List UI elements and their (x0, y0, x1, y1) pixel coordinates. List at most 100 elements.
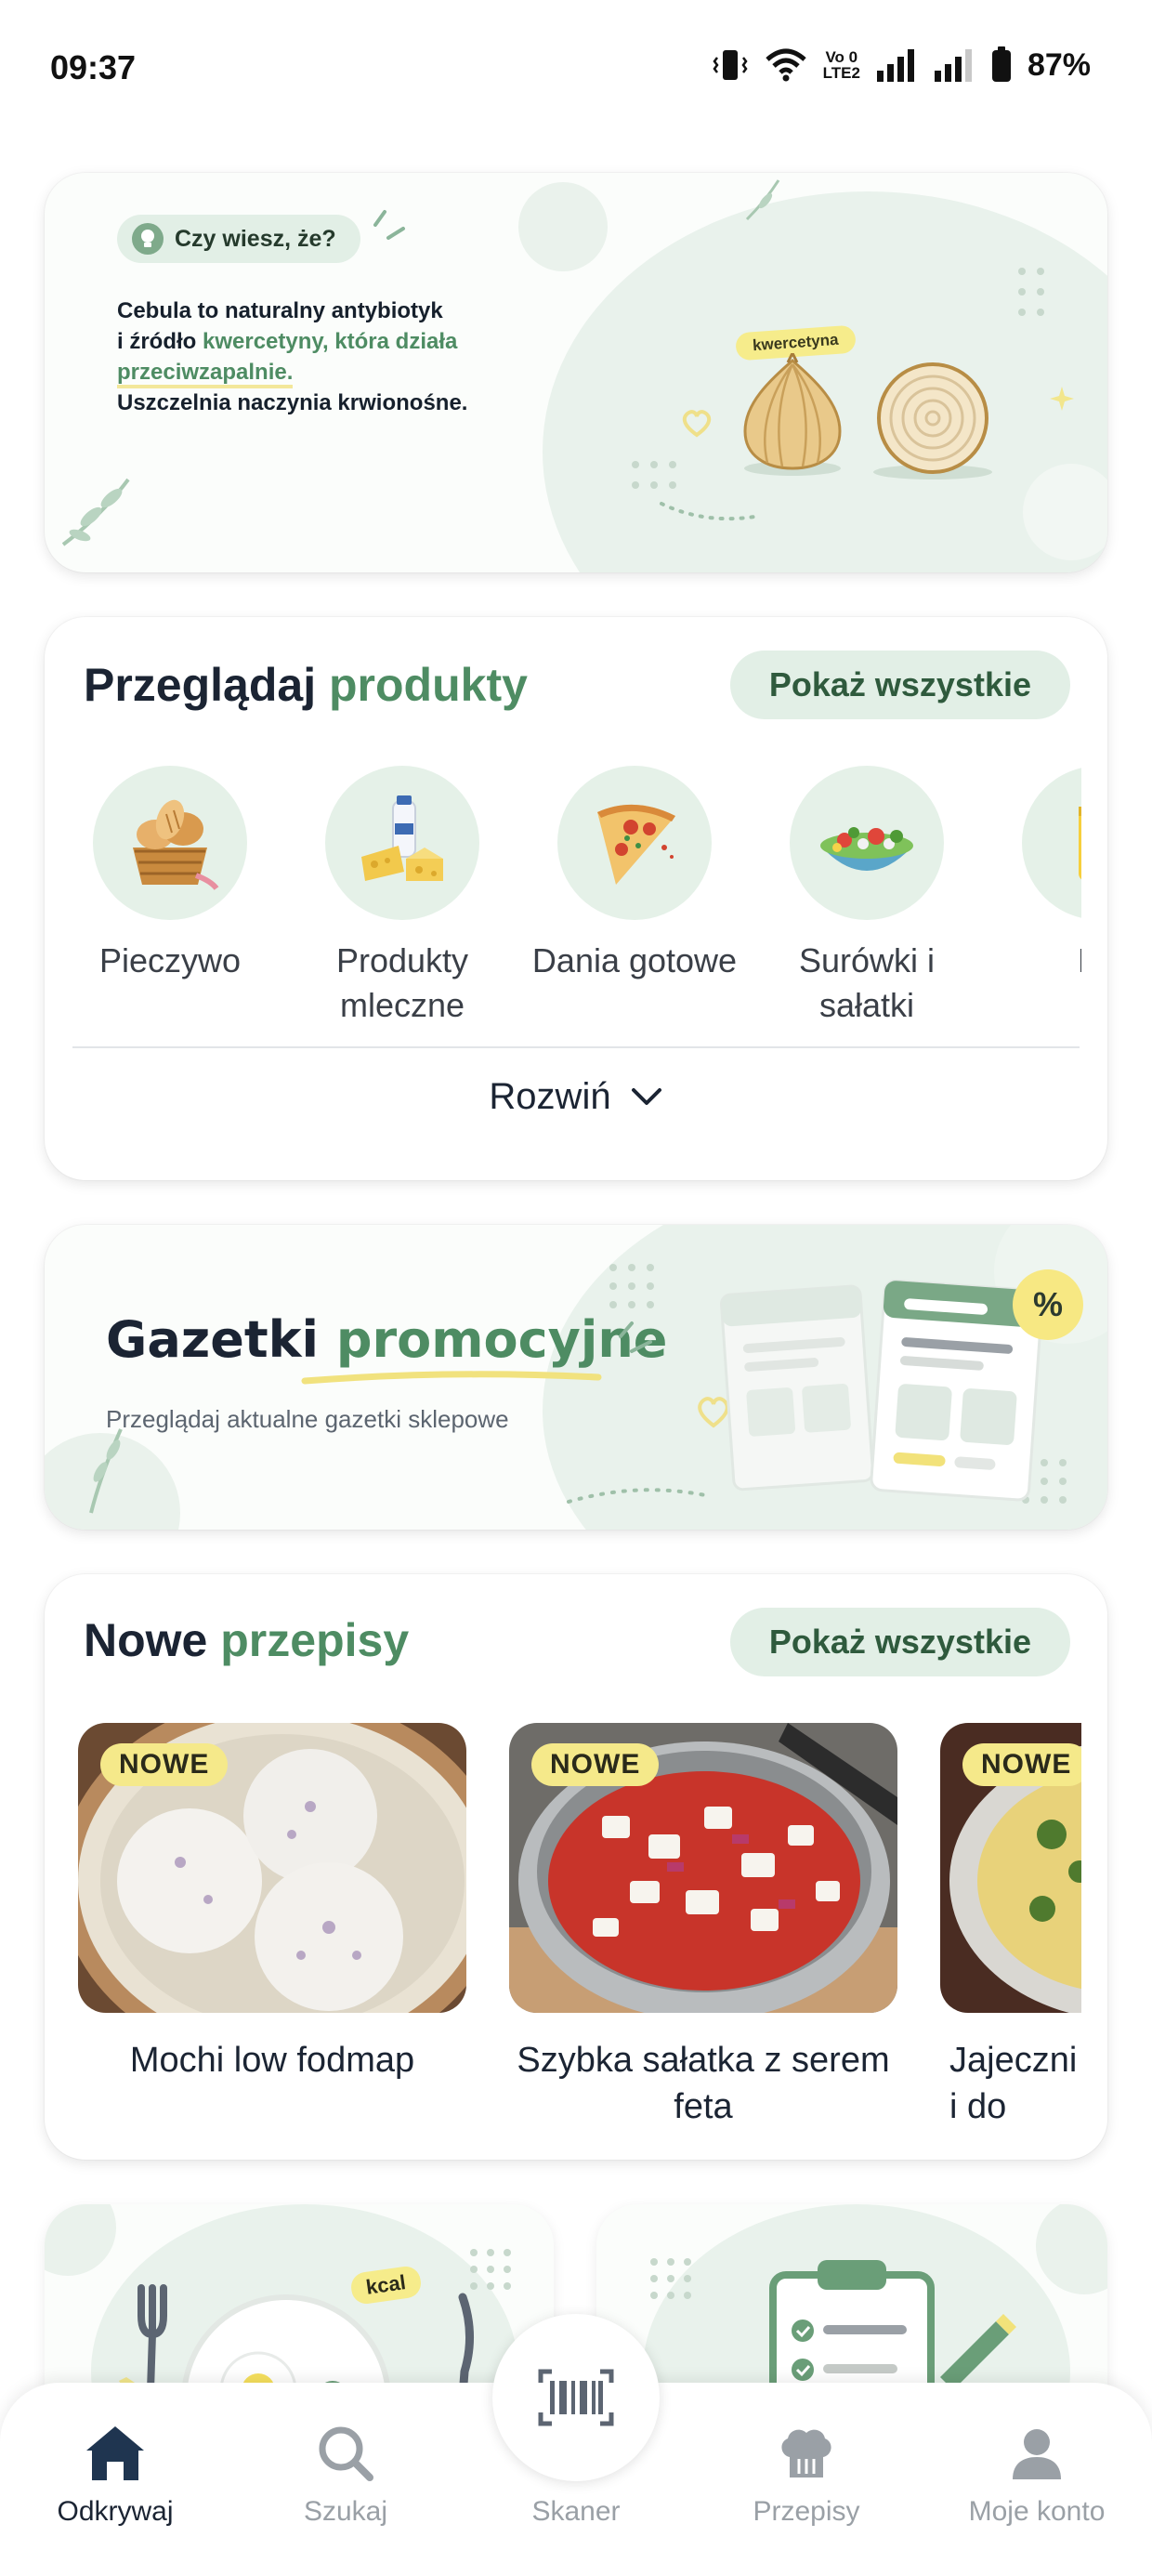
promo-title: Gazetki promocyjne (106, 1310, 667, 1369)
category-label: Dania gotowe (531, 941, 738, 979)
nav-item-discover[interactable]: Odkrywaj (22, 2418, 208, 2528)
show-all-recipes-button[interactable]: Pokaż wszystkie (729, 1608, 1070, 1676)
chef-hat-icon (713, 2418, 899, 2489)
drink-icon (1022, 766, 1081, 920)
sparkle-icon (619, 1321, 652, 1353)
decorative-dots (632, 461, 676, 489)
recipe-image: NOWE (940, 1723, 1081, 2013)
onion-slice-icon (873, 362, 992, 480)
browse-products-title-part2: produkty (329, 659, 528, 711)
decorative-circle (1023, 464, 1107, 560)
recipe-name: Szybka sałatka z serem feta (517, 2041, 890, 2126)
category-item-pieczywo[interactable]: Pieczywo (63, 766, 277, 983)
status-bar: 09:37 Vo 0 LTE2 87% (0, 0, 1152, 139)
battery-percent: 87% (1027, 46, 1091, 83)
category-label: Pieczywo (98, 941, 242, 979)
dairy-icon (325, 766, 479, 920)
browse-products-title-part1: Przeglądaj (84, 659, 317, 711)
onion-icon (743, 353, 842, 476)
nav-label: Moje konto (968, 2496, 1106, 2527)
promo-subtitle: Przeglądaj aktualne gazetki sklepowe (106, 1405, 509, 1433)
browse-products-title: Przeglądaj produkty (84, 658, 528, 712)
tip-line-2: i źródło kwercetyny, która działa (117, 326, 544, 357)
recipe-name: Mochi low fodmap (129, 2041, 415, 2080)
barcode-icon (538, 2369, 614, 2426)
bread-basket-icon (93, 766, 247, 920)
tip-line-1: Cebula to naturalny antybiotyk (117, 298, 443, 323)
divider (72, 1046, 1080, 1048)
did-you-know-pill: Czy wiesz, że? (117, 215, 360, 263)
signal-icon (876, 49, 914, 82)
promo-leaflets-card[interactable]: Gazetki promocyjne Przeglądaj aktualne g… (45, 1225, 1107, 1530)
tip-line-4: Uszczelnia naczynia krwionośne. (117, 390, 468, 415)
decorative-dots (609, 1264, 654, 1308)
title-underline (301, 1371, 602, 1385)
leaflet-icon: % (719, 1269, 1083, 1502)
recipe-item-mochi[interactable]: NOWE Mochi low fodmap (78, 1723, 466, 2083)
vibrate-icon (713, 50, 748, 80)
tip-line-3: przeciwzapalnie. (117, 357, 544, 388)
heart-icon (682, 410, 712, 438)
category-carousel[interactable]: Pieczywo Produkty mleczne Dania gotowe S… (45, 766, 1081, 1045)
star-icon (1050, 387, 1074, 411)
leaf-icon (745, 179, 780, 221)
did-you-know-label: Czy wiesz, że? (175, 225, 336, 252)
chevron-down-icon (631, 1087, 661, 1105)
category-item-dania-gotowe[interactable]: Dania gotowe (528, 766, 741, 983)
nav-item-search[interactable]: Szukaj (253, 2418, 439, 2528)
decorative-circle (518, 182, 608, 271)
new-badge: NOWE (100, 1743, 229, 1786)
new-recipes-card: Nowe przepisy Pokaż wszystkie NOWE Mochi… (45, 1574, 1107, 2160)
nav-item-recipes[interactable]: Przepisy (713, 2418, 899, 2528)
nav-label: Skaner (531, 2496, 621, 2527)
lightbulb-icon (132, 223, 164, 255)
recipe-name: Jajeczni i do (949, 2041, 1078, 2126)
nav-label: Szukaj (303, 2496, 388, 2527)
show-all-products-button[interactable]: Pokaż wszystkie (729, 651, 1070, 719)
wifi-icon (765, 48, 806, 82)
tip-line-2-prefix: i źródło (117, 329, 203, 354)
tip-line-3-highlight: przeciwzapalnie. (117, 360, 294, 388)
category-item-produkty-mleczne[interactable]: Produkty mleczne (295, 766, 509, 1028)
recipe-item-salad-feta[interactable]: NOWE Szybka sałatka z serem feta (509, 1723, 897, 2130)
new-badge: NOWE (531, 1743, 660, 1786)
battery-icon (991, 46, 1011, 82)
browse-products-card: Przeglądaj produkty Pokaż wszystkie Piec… (45, 617, 1107, 1180)
category-item-surowki-i-salatki[interactable]: Surówki i sałatki (760, 766, 974, 1028)
home-icon (22, 2418, 208, 2489)
search-icon (253, 2418, 439, 2489)
recipe-image: NOWE (78, 1723, 466, 2013)
tip-text: Cebula to naturalny antybiotyk i źródło … (117, 296, 544, 418)
expand-button[interactable]: Rozwiń (45, 1076, 1107, 1118)
category-item-napoje[interactable]: Na (992, 766, 1081, 983)
category-label: Na (992, 939, 1081, 983)
decorative-circle (1036, 2204, 1107, 2294)
decorative-dotted-arc (567, 1488, 712, 1504)
recipe-item-scrambled-eggs[interactable]: NOWE Jajeczni i do (940, 1723, 1081, 2130)
leaf-icon (61, 478, 130, 546)
did-you-know-card[interactable]: Czy wiesz, że? Cebula to naturalny antyb… (45, 173, 1107, 572)
status-icons: Vo 0 LTE2 87% (712, 46, 1091, 84)
tip-line-2-highlight: kwercetyny, która działa (203, 329, 458, 354)
user-icon (944, 2418, 1130, 2489)
recipe-carousel[interactable]: NOWE Mochi low fodmap NOWE Szybka sałatk… (45, 1723, 1081, 2150)
new-badge: NOWE (962, 1743, 1081, 1786)
signal-icon-2 (934, 49, 972, 82)
nav-label: Przepisy (753, 2496, 860, 2527)
promo-title-part1: Gazetki (106, 1310, 320, 1369)
percent-badge: % (1033, 1285, 1063, 1323)
expand-label: Rozwiń (489, 1076, 611, 1117)
decorative-circle (45, 2204, 116, 2276)
decorative-dots (650, 2258, 691, 2299)
sparkle-icon (373, 210, 405, 240)
new-recipes-title-part1: Nowe (84, 1614, 208, 1666)
status-time: 09:37 (50, 48, 137, 86)
pizza-icon (557, 766, 712, 920)
category-label: Produkty mleczne (335, 941, 469, 1024)
leaf-icon (89, 1428, 123, 1514)
nav-item-account[interactable]: Moje konto (944, 2418, 1130, 2528)
scanner-button[interactable] (492, 2314, 660, 2481)
category-label: Surówki i sałatki (798, 941, 936, 1024)
new-recipes-title-part2: przepisy (220, 1614, 410, 1666)
new-recipes-title: Nowe przepisy (84, 1613, 409, 1667)
